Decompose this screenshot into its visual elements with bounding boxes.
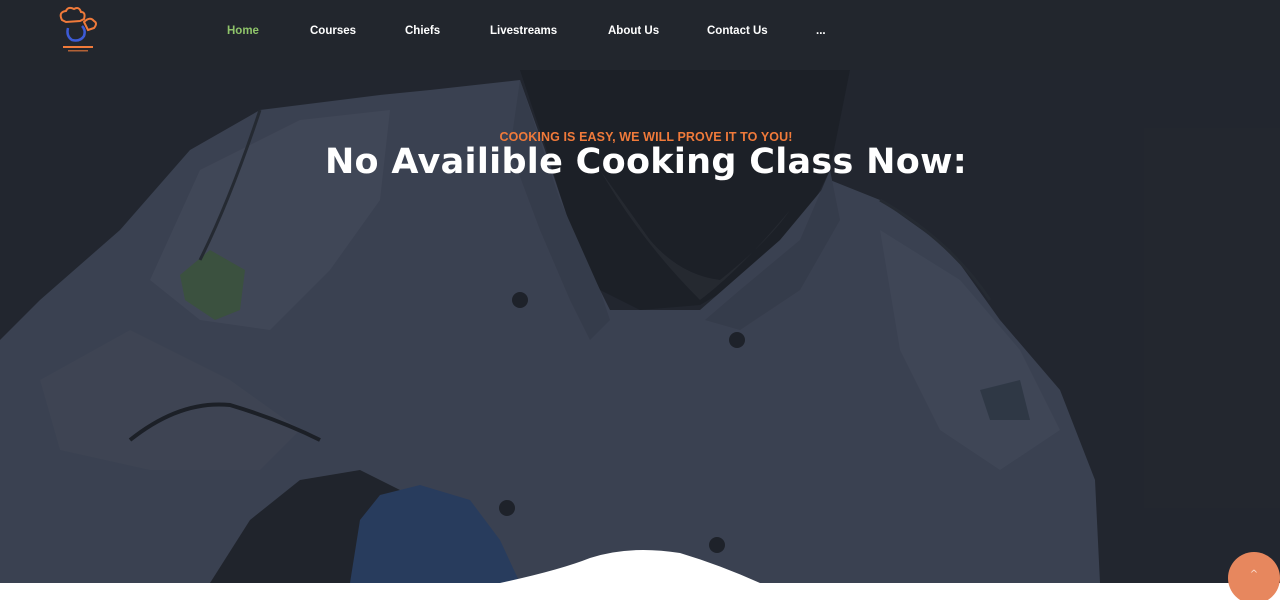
top-navbar: Home Courses Chiefs Livestreams About Us… — [0, 0, 1280, 70]
nav-item-courses[interactable]: Courses — [310, 25, 356, 37]
page: Home Courses Chiefs Livestreams About Us… — [0, 0, 1280, 600]
nav-item-more[interactable]: ... — [816, 25, 826, 37]
nav-item-livestreams[interactable]: Livestreams — [490, 25, 557, 37]
hero-headline: No Availible Cooking Class Now: — [324, 142, 968, 182]
nav-item-chiefs[interactable]: Chiefs — [405, 25, 440, 37]
section-divider-wave — [0, 549, 1280, 600]
nav-item-about-us[interactable]: About Us — [608, 25, 659, 37]
nav-item-contact-us[interactable]: Contact Us — [707, 25, 768, 37]
chef-hat-logo-icon[interactable] — [54, 4, 102, 56]
chevron-up-icon: ^ — [1249, 569, 1259, 580]
hero-section: Home Courses Chiefs Livestreams About Us… — [0, 0, 1280, 583]
nav-item-home[interactable]: Home — [227, 25, 259, 37]
chef-hero-image — [0, 0, 1280, 583]
scroll-to-top-button[interactable]: ^ — [1228, 552, 1280, 600]
